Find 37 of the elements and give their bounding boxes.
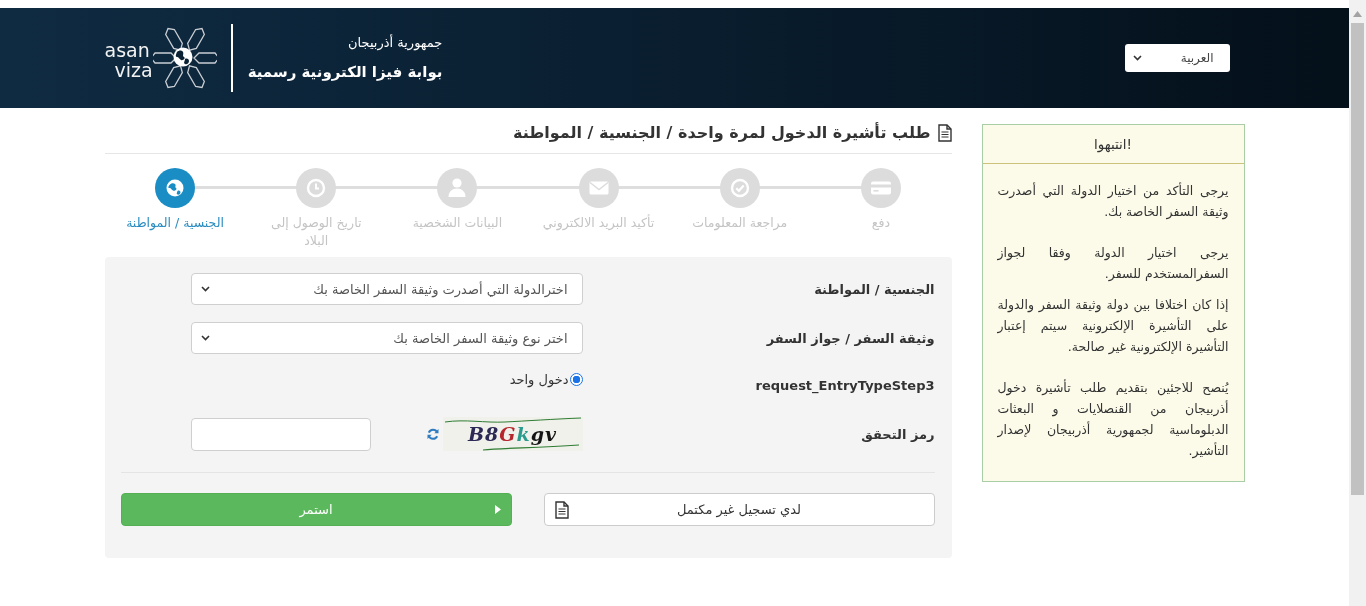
language-select[interactable]: العربية	[1124, 44, 1230, 72]
notice-paragraph: يرجى التأكد من اختيار الدولة التي أصدرت وثيقة السفر الخاصة بك.	[997, 181, 1229, 222]
chevron-down-icon	[200, 286, 210, 292]
captcha-input[interactable]	[190, 417, 371, 451]
notice-paragraph: يرجى اختيار الدولة وفقا لجواز السفرالمستخدم للسفر.	[997, 244, 1229, 284]
refresh-icon[interactable]	[426, 428, 439, 440]
page-title: طلب تأشيرة الدخول لمرة واحدة / الجنسية / المواطنة	[512, 122, 931, 144]
step-label: الجنسية / المواطنة	[125, 214, 225, 232]
field-label: الجنسية / المواطنة	[813, 281, 935, 297]
chevron-down-icon	[200, 335, 210, 341]
radio-label: دخول واحد	[509, 372, 569, 387]
logo-wordmark: viza	[113, 60, 153, 80]
notice-paragraph: يُنصح للاجئين بتقديم طلب تأشيرة دخول أذربيجان من القنصلايات و البعثات الدبلوماسية لجمهورية أذربيجان لإصدار التأشير.	[997, 378, 1229, 461]
step-label: البيانات الشخصية	[411, 214, 504, 232]
document-icon	[554, 500, 569, 519]
field-label: وثيقة السفر / جواز السفر	[765, 330, 935, 346]
step-label: دفع	[870, 214, 891, 232]
scroll-up-arrow-icon[interactable]	[1353, 11, 1362, 17]
logo-wordmark: asan	[104, 40, 150, 60]
notice-paragraph: إذا كان اختلافا بين دولة وثيقة السفر والدولة على التأشيرة الإلكترونية سيتم إعتبار التأشيرة الإلكترونية غير صالحة.	[997, 296, 1229, 357]
field-label: رمز التحقق	[860, 426, 935, 442]
scrollbar-thumb[interactable]	[1351, 23, 1364, 495]
header-title: بوابة فيزا الكترونية رسمية	[247, 62, 443, 83]
notice-title: انتبهوا!	[982, 125, 1244, 164]
incomplete-registration-button[interactable]: لدي تسجيل غير مكتمل	[543, 493, 935, 526]
radio-button[interactable]	[569, 373, 583, 386]
step-label: تاريخ الوصول إلى البلاد	[270, 214, 363, 250]
caret-right-icon	[494, 505, 501, 514]
dropdown-field[interactable]: اخترالدولة التي أصدرت وثيقة السفر الخاصة بك	[190, 273, 583, 305]
captcha-image: B8Gkgv	[442, 417, 583, 451]
dropdown-field[interactable]: اختر نوع وثيقة السفر الخاصة بك	[190, 322, 583, 354]
field-label: request_EntryTypeStep3	[754, 378, 935, 393]
chevron-down-icon	[1132, 55, 1142, 61]
header-subtitle: جمهورية أذربيجان	[347, 33, 443, 52]
document-icon	[937, 124, 952, 142]
step-label: مراجعة المعلومات	[691, 214, 789, 232]
step-label: تأكيد البريد الالكتروني	[541, 214, 656, 232]
